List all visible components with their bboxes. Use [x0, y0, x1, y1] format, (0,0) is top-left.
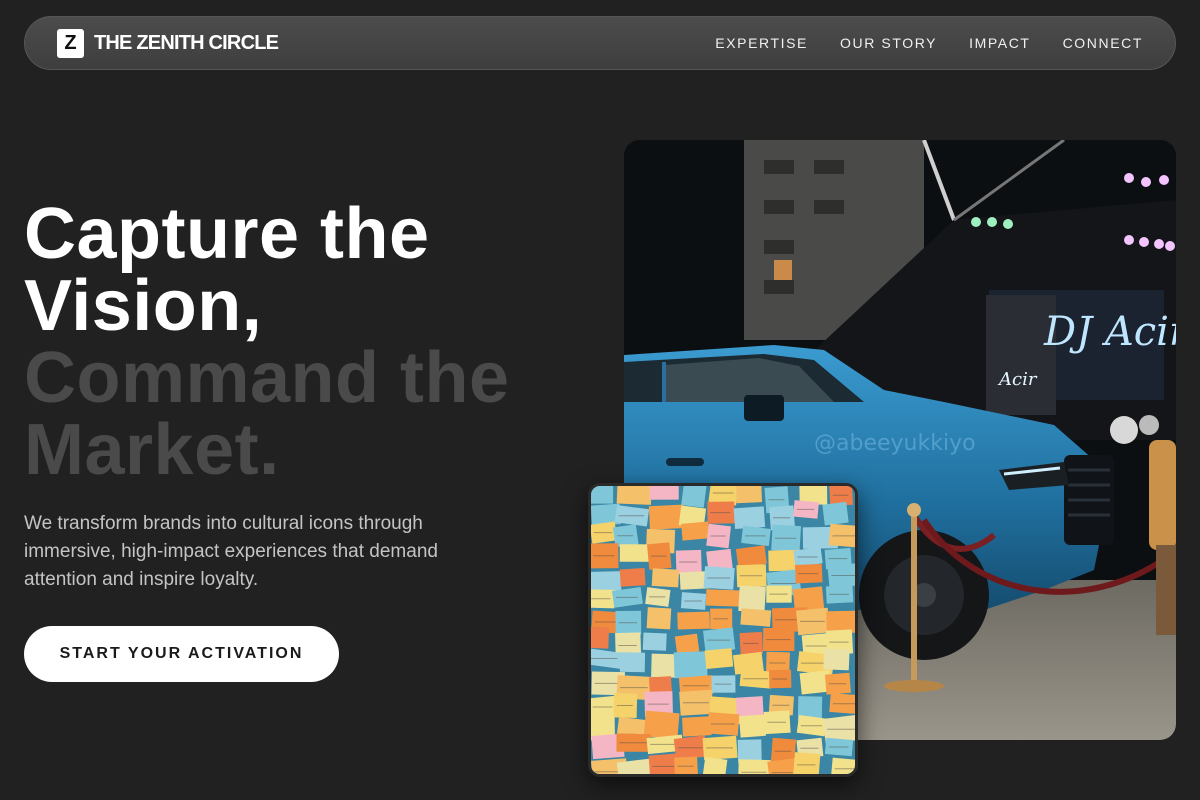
sticky-note: [738, 585, 766, 613]
sticky-note: [591, 626, 610, 649]
sticky-note: [738, 759, 771, 774]
svg-text:@abeeyukkiyo: @abeeyukkiyo: [814, 431, 976, 456]
sticky-note: [705, 589, 742, 607]
sticky-note: [682, 716, 712, 737]
sticky-note: [681, 486, 707, 508]
nav-link-expertise[interactable]: EXPERTISE: [715, 35, 808, 51]
sticky-note: [735, 545, 767, 568]
sticky-note: [646, 607, 672, 630]
start-activation-button[interactable]: START YOUR ACTIVATION: [24, 626, 339, 682]
sticky-note: [673, 651, 708, 679]
headline-line-3: Command the: [24, 338, 510, 418]
headline-line-1: Capture the: [24, 194, 430, 274]
svg-text:Acir: Acir: [997, 369, 1038, 390]
sticky-note: [701, 756, 728, 774]
brand-name: THE ZENITH CIRCLE: [94, 31, 279, 54]
sticky-note: [735, 486, 763, 504]
nav-link-our-story[interactable]: OUR STORY: [840, 35, 937, 51]
sticky-note: [649, 486, 679, 500]
sticky-note: [831, 757, 855, 774]
sticky-note: [642, 632, 667, 651]
sticky-note: [740, 608, 772, 627]
sticky-note: [619, 567, 646, 587]
sticky-note: [823, 648, 850, 671]
logo-mark: Z: [57, 28, 84, 58]
sticky-note: [681, 521, 710, 541]
headline-line-2: Vision,: [24, 266, 263, 346]
sticky-note: [793, 752, 821, 774]
sticky-note: [677, 611, 710, 630]
nav-link-connect[interactable]: CONNECT: [1063, 35, 1143, 51]
sticky-note: [704, 648, 734, 670]
sticky-note: [733, 506, 766, 529]
brand[interactable]: Z THE ZENITH CIRCLE: [57, 28, 279, 58]
sticky-note: [648, 504, 684, 530]
sticky-note: [619, 652, 646, 673]
sticky-note: [739, 714, 766, 738]
sticky-note: [674, 633, 700, 655]
sticky-note: [822, 501, 849, 526]
top-nav: Z THE ZENITH CIRCLE EXPERTISE OUR STORY …: [24, 16, 1176, 70]
hero-headline: Capture the Vision, Command the Market.: [24, 198, 510, 486]
nav-links: EXPERTISE OUR STORY IMPACT CONNECT: [715, 35, 1143, 51]
sticky-note: [651, 568, 680, 588]
headline-line-4: Market.: [24, 410, 280, 490]
sticky-notes-photo: [588, 483, 858, 777]
sticky-note: [616, 486, 652, 505]
nav-link-impact[interactable]: IMPACT: [969, 35, 1030, 51]
svg-text:DJ Acir: DJ Acir: [1043, 309, 1176, 355]
sticky-note: [674, 756, 698, 774]
hero-subtext: We transform brands into cultural icons …: [24, 513, 438, 590]
sticky-note: [591, 486, 614, 504]
sticky-note: [619, 544, 652, 562]
